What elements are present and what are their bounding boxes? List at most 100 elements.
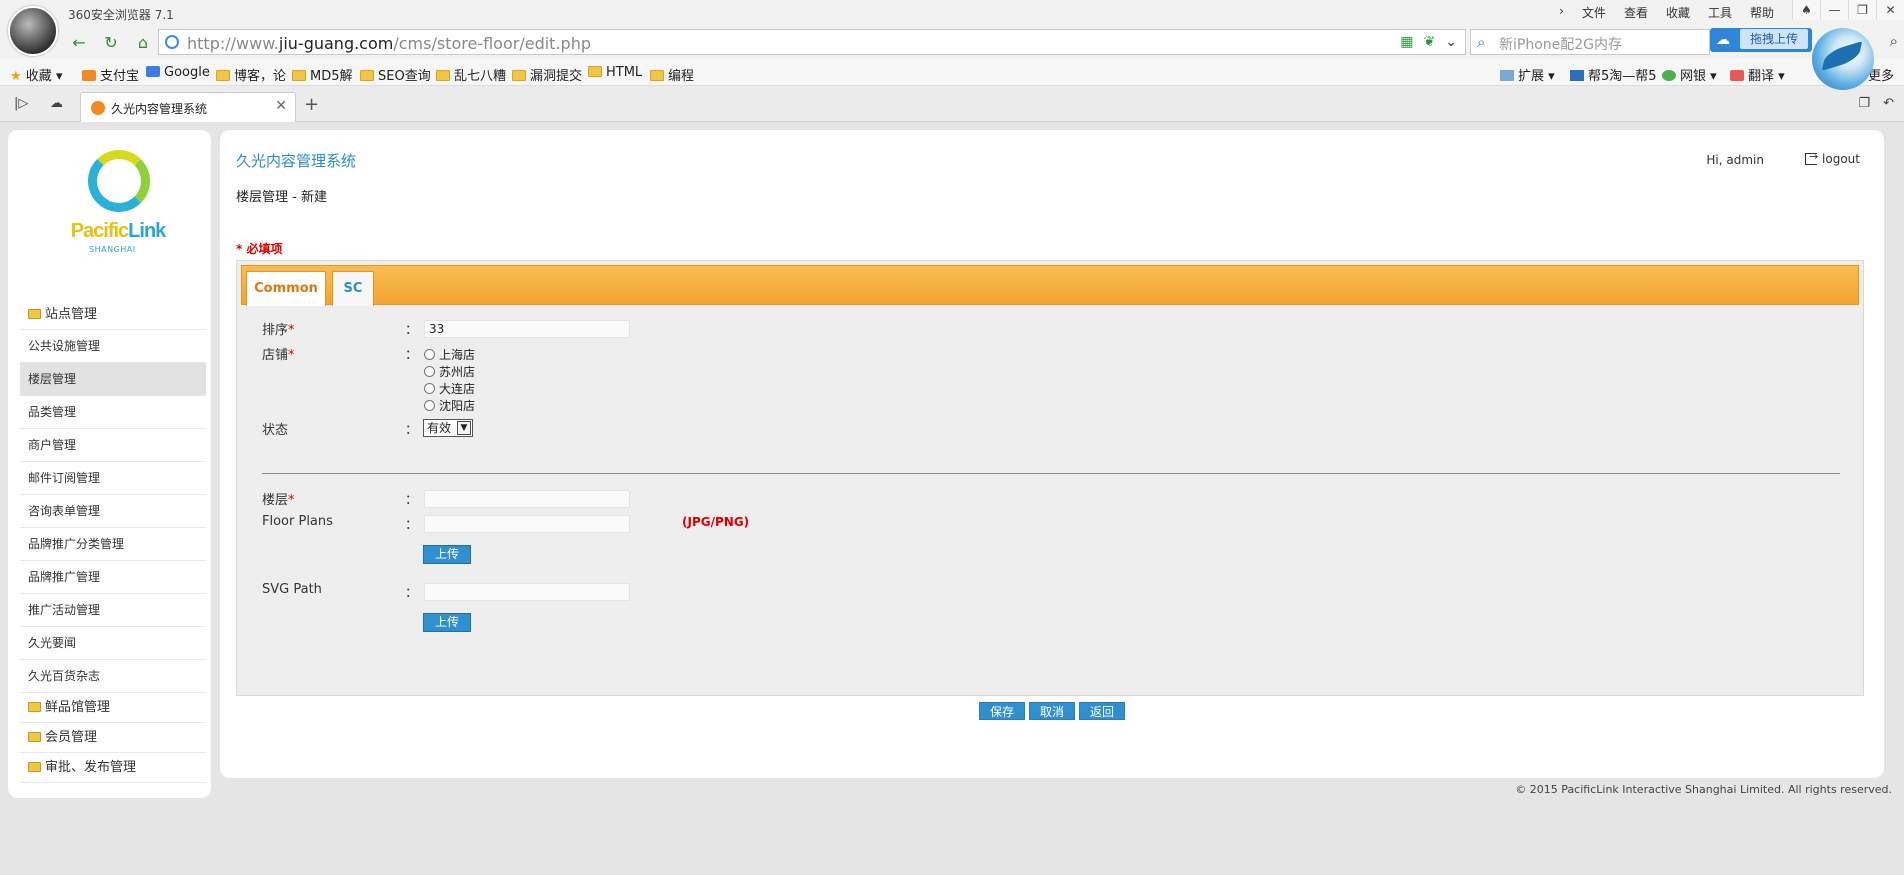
sidebar-item[interactable]: 品类管理 — [20, 396, 206, 429]
magnifier-icon[interactable]: ⌕ — [1890, 32, 1898, 50]
shield-icon — [1662, 70, 1676, 81]
bookmark-html[interactable]: HTML — [588, 65, 642, 80]
bookmark-md5[interactable]: MD5解 — [292, 65, 353, 84]
bookmark-favorites[interactable]: ★ 收藏 ▾ — [10, 65, 62, 84]
qr-code-icon[interactable]: ▦ — [1400, 34, 1413, 50]
new-tab-icon[interactable]: + — [304, 94, 319, 115]
folder-icon — [28, 762, 41, 772]
status-select[interactable]: 有效 ▼ — [423, 419, 473, 437]
bookmark-translate[interactable]: 翻译 ▾ — [1730, 65, 1785, 84]
cancel-button[interactable]: 取消 — [1029, 702, 1075, 720]
radio-icon — [424, 400, 435, 411]
drag-upload-label: 拖拽上传 — [1740, 29, 1808, 49]
leaf-icon[interactable]: ❦ — [1424, 34, 1436, 50]
store-radio-shanghai[interactable]: 上海店 — [424, 346, 475, 363]
search-field[interactable]: ⌕ 新iPhone配2G内存 — [1470, 29, 1710, 55]
sidebar-item[interactable]: 久光要闻 — [20, 627, 206, 660]
menu-view[interactable]: 查看 — [1624, 4, 1648, 21]
store-radio-dalian[interactable]: 大连店 — [424, 380, 475, 397]
sidebar-item[interactable]: 审批、发布管理 — [20, 753, 206, 783]
breadcrumb: 楼层管理 - 新建 — [236, 190, 327, 205]
upload-floorplans-button[interactable]: 上传 — [423, 545, 471, 564]
bookmark-alipay[interactable]: 支付宝 — [82, 65, 139, 84]
sidebar-item[interactable]: 站点管理 — [20, 300, 206, 330]
close-window-icon[interactable]: ✕ — [1876, 0, 1904, 20]
url-field[interactable]: http://www.jiu-guang.com/cms/store-floor… — [158, 29, 1466, 55]
dropdown-icon[interactable]: ⌄ — [1445, 34, 1457, 50]
menu-tools[interactable]: 工具 — [1708, 4, 1732, 21]
folder-icon — [360, 70, 374, 81]
close-tab-icon[interactable]: ✕ — [275, 98, 287, 114]
sidebar-item[interactable]: 会员管理 — [20, 723, 206, 753]
bang5-icon — [1570, 70, 1584, 81]
sidebar-toggle-icon[interactable]: |▷ — [14, 96, 28, 111]
upload-svg-button[interactable]: 上传 — [423, 613, 471, 632]
bookmark-google[interactable]: Google — [146, 65, 210, 80]
minimize-icon[interactable]: — — [1820, 0, 1848, 20]
sort-input[interactable]: 33 — [424, 320, 630, 338]
menu-arrow-icon[interactable]: › — [1559, 4, 1564, 21]
svg-path-label: SVG Path — [262, 582, 322, 597]
bookmark-misc[interactable]: 乱七八糟 — [436, 65, 506, 84]
sidebar-item[interactable]: 邮件订阅管理 — [20, 462, 206, 495]
back-icon[interactable]: ← — [68, 32, 90, 54]
tab-cms[interactable]: 久光内容管理系统 ✕ — [80, 92, 296, 122]
radio-icon — [424, 383, 435, 394]
user-avatar[interactable] — [8, 6, 58, 56]
colon: ： — [405, 493, 419, 508]
bookmark-bang5[interactable]: 帮5淘—帮5 — [1570, 65, 1657, 84]
drag-upload-button[interactable]: ☁ 拖拽上传 — [1710, 28, 1812, 52]
svg-path-input[interactable] — [424, 583, 630, 601]
store-radio-suzhou[interactable]: 苏州店 — [424, 363, 475, 380]
sidebar-item[interactable]: 推广活动管理 — [20, 594, 206, 627]
grid-icon — [1500, 70, 1514, 81]
undo-close-icon[interactable]: ↶ — [1883, 96, 1894, 111]
sidebar-item[interactable]: 商户管理 — [20, 429, 206, 462]
logout-link[interactable]: logout — [1805, 150, 1860, 166]
home-icon[interactable]: ⌂ — [132, 32, 154, 54]
store-label: 店铺* — [262, 348, 295, 363]
bookmark-coding[interactable]: 编程 — [650, 65, 694, 84]
favicon-icon — [91, 101, 105, 115]
mascot-bird-icon[interactable] — [1812, 28, 1874, 90]
tab-list-icon[interactable]: ❐ — [1858, 96, 1870, 111]
form-actions: 保存 取消 返回 — [220, 702, 1884, 720]
refresh-icon[interactable]: ↻ — [100, 32, 122, 54]
back-button[interactable]: 返回 — [1079, 702, 1125, 720]
sidebar-item[interactable]: 咨询表单管理 — [20, 495, 206, 528]
tab-common[interactable]: Common — [246, 271, 326, 306]
folder-icon — [216, 70, 230, 81]
bookmark-extensions[interactable]: 扩展 ▾ — [1500, 65, 1555, 84]
menu-help[interactable]: 帮助 — [1750, 4, 1774, 21]
folder-icon — [436, 70, 450, 81]
sidebar-item-label: 商户管理 — [28, 438, 77, 452]
tab-sc[interactable]: SC — [332, 271, 374, 306]
floorplans-label: Floor Plans — [262, 514, 333, 529]
sidebar: PacificLink SHANGHAI 站点管理 公共设施管理 楼层管理 品类管理商… — [8, 130, 211, 798]
bookmark-vuln[interactable]: 漏洞提交 — [512, 65, 582, 84]
shirt-icon[interactable]: ♠ — [1792, 0, 1820, 20]
sidebar-item[interactable]: 公共设施管理 — [20, 330, 206, 363]
bookmark-netbank[interactable]: 网银 ▾ — [1662, 65, 1717, 84]
store-radio-shenyang[interactable]: 沈阳店 — [424, 397, 475, 414]
floor-input[interactable] — [424, 490, 630, 508]
save-button[interactable]: 保存 — [979, 702, 1025, 720]
maximize-icon[interactable]: ❐ — [1848, 0, 1876, 20]
sidebar-item[interactable]: 品牌推广管理 — [20, 561, 206, 594]
bookmark-blog[interactable]: 博客，论 — [216, 65, 286, 84]
sidebar-item-label: 会员管理 — [45, 730, 98, 745]
sidebar-item-label: 楼层管理 — [28, 372, 77, 386]
bookmark-seo[interactable]: SEO查询 — [360, 65, 431, 84]
sidebar-item[interactable]: 久光百货杂志 — [20, 660, 206, 693]
menu-file[interactable]: 文件 — [1582, 4, 1606, 21]
logo-brand: PacificLink — [70, 220, 167, 242]
browser-top-menu: › 文件 查看 收藏 工具 帮助 — [1559, 4, 1774, 21]
sidebar-item[interactable]: 鲜品馆管理 — [20, 693, 206, 723]
sidebar-item[interactable]: 品牌推广分类管理 — [20, 528, 206, 561]
floorplans-hint: (JPG/PNG) — [682, 515, 750, 529]
cloud-sync-icon[interactable]: ☁ — [50, 96, 63, 111]
menu-favorites[interactable]: 收藏 — [1666, 4, 1690, 21]
folder-icon — [28, 702, 41, 712]
floorplans-input[interactable] — [424, 515, 630, 533]
sidebar-item[interactable]: 楼层管理 — [20, 363, 206, 396]
